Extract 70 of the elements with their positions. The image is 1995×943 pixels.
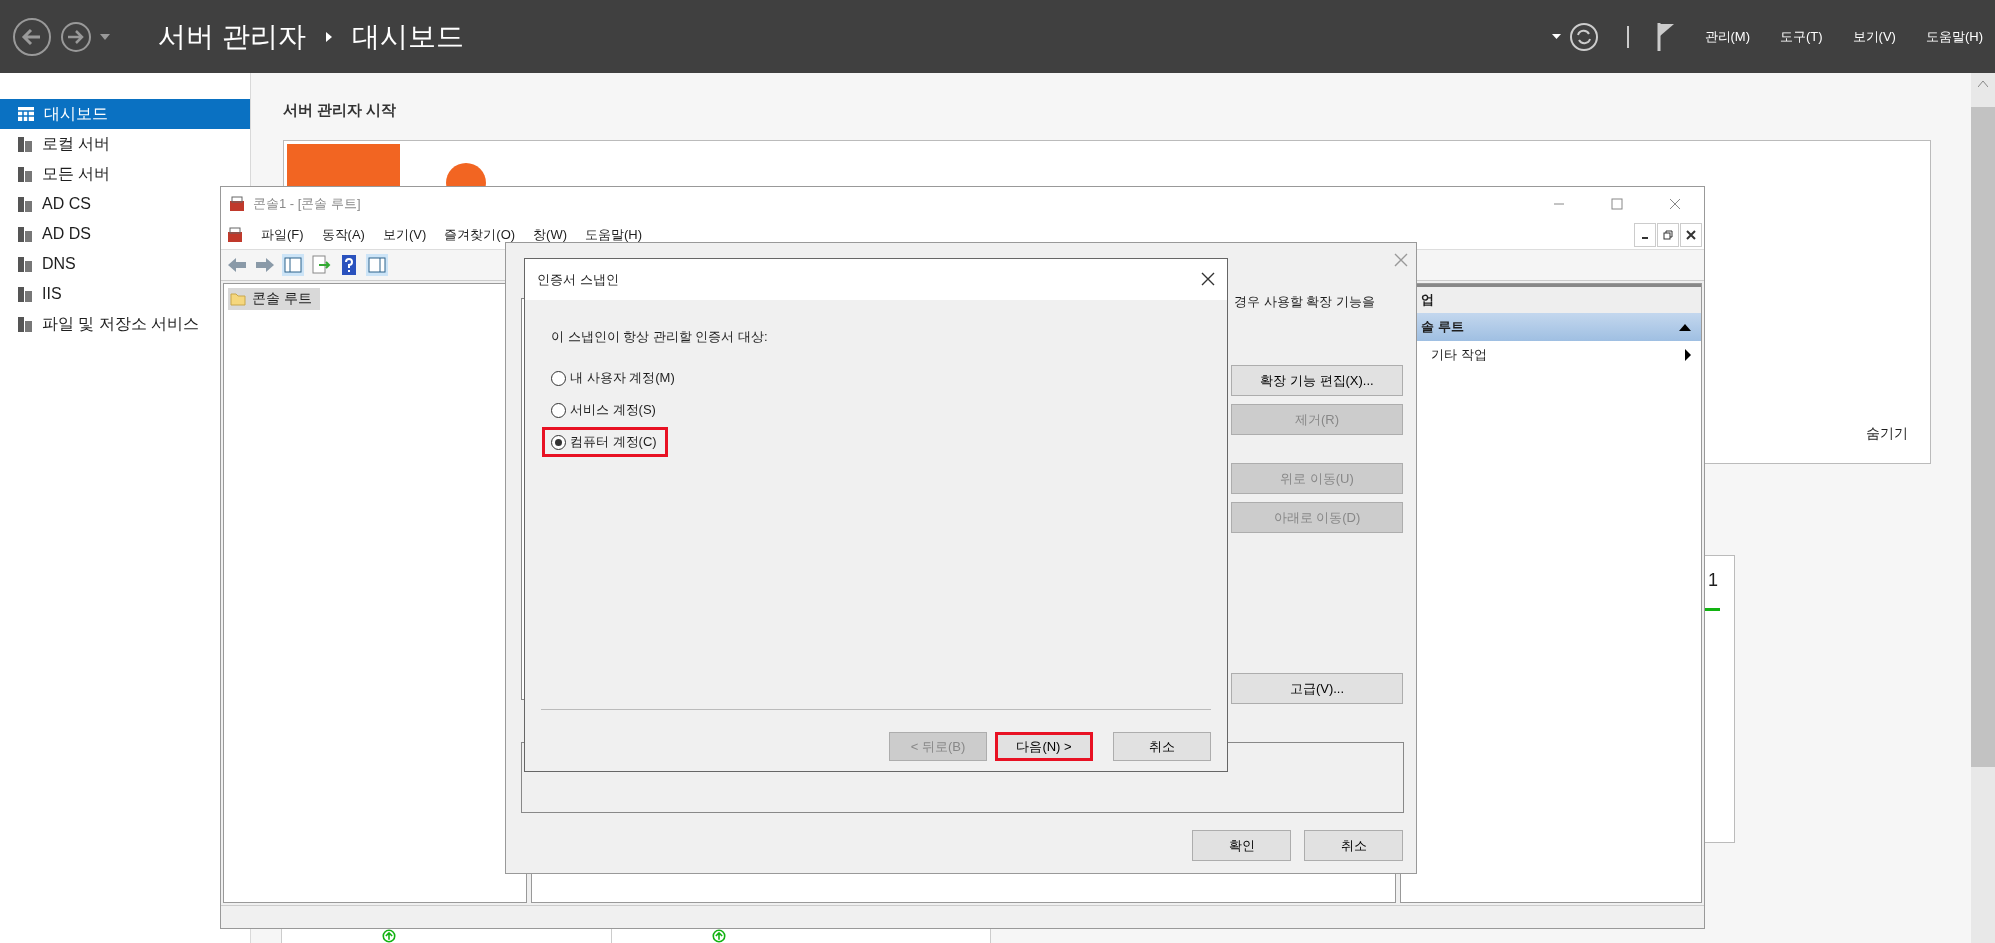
toolbox-icon (227, 227, 243, 243)
window-title: 콘솔1 - [콘솔 루트] (253, 195, 361, 213)
scrollbar-thumb[interactable] (1971, 107, 1995, 767)
radio-option[interactable]: 내 사용자 계정(M) (545, 366, 683, 390)
refresh-icon[interactable] (1568, 21, 1599, 52)
pane-icon[interactable] (281, 253, 305, 277)
minimize-button[interactable] (1634, 223, 1656, 247)
toolbox-icon (229, 196, 245, 212)
server-icon (18, 136, 32, 152)
dialog-button[interactable]: 다음(N) > (995, 732, 1093, 761)
menu-item[interactable]: 도움말(H) (1925, 27, 1983, 46)
grid-icon (18, 107, 34, 121)
menu-item[interactable]: 즐겨찾기(O) (444, 226, 516, 244)
server-icon (18, 256, 32, 272)
menu-item[interactable]: 도움말(H) (585, 226, 643, 244)
breadcrumb-item[interactable]: 서버 관리자 (158, 17, 306, 56)
dialog-button[interactable]: 고급(V)... (1231, 673, 1403, 704)
sidebar-item[interactable]: IIS (0, 279, 70, 309)
up-arrow-icon (382, 929, 396, 943)
menu-item[interactable]: 창(W) (533, 226, 567, 244)
menu-item[interactable]: 동작(A) (321, 226, 365, 244)
chevron-icon (323, 30, 334, 43)
section-heading: 서버 관리자 시작 (283, 101, 398, 120)
sidebar-item[interactable]: 파일 및 저장소 서비스 (0, 309, 208, 339)
dialog-button[interactable]: 취소 (1304, 830, 1403, 861)
close-button[interactable] (1680, 223, 1702, 247)
dialog-button[interactable]: 확장 기능 편집(X)... (1231, 365, 1403, 396)
collapse-icon[interactable] (1679, 323, 1691, 331)
radio-option[interactable]: 서비스 계정(S) (545, 398, 664, 422)
forward-icon[interactable] (60, 20, 92, 53)
submenu-arrow-icon (1685, 349, 1691, 361)
prompt-text: 이 스냅인이 항상 관리할 인증서 대상: (551, 328, 769, 346)
folder-icon (230, 292, 246, 306)
sidebar-item[interactable]: 대시보드 (0, 99, 250, 129)
export-icon[interactable] (309, 253, 333, 277)
menu-item[interactable]: 도구(T) (1780, 27, 1823, 46)
menu-item[interactable]: 보기(V) (1852, 27, 1896, 46)
scrollbar[interactable] (1971, 73, 1995, 943)
back-icon[interactable] (12, 16, 52, 57)
close-button[interactable] (1199, 270, 1217, 288)
dialog-button[interactable]: 확인 (1192, 830, 1291, 861)
server-icon (18, 316, 32, 332)
description-text: 경우 사용할 확장 기능을 (1234, 293, 1375, 311)
sidebar-item[interactable]: AD DS (0, 219, 99, 249)
server-icon (18, 286, 32, 302)
radio-button[interactable] (551, 370, 566, 386)
menu-item[interactable]: 관리(M) (1704, 27, 1750, 46)
dialog-title: 인증서 스냅인 (537, 270, 619, 289)
dialog-button[interactable]: 취소 (1113, 732, 1211, 761)
sidebar-item[interactable]: AD CS (0, 189, 99, 219)
tile-count: 1 (1708, 570, 1718, 591)
up-arrow-icon (712, 929, 726, 943)
sidebar-item[interactable]: 로컬 서버 (0, 129, 119, 159)
caret-icon[interactable] (1551, 34, 1561, 39)
radio-button[interactable] (551, 402, 566, 418)
flag-icon[interactable] (1656, 21, 1675, 52)
menu-item[interactable]: 보기(V) (382, 226, 427, 244)
menu-item[interactable]: 파일(F) (261, 226, 304, 244)
radio-option[interactable]: 컴퓨터 계정(C) (545, 430, 665, 454)
scroll-up-icon[interactable] (1978, 81, 1988, 87)
server-icon (18, 226, 32, 242)
sidebar-item[interactable]: 모든 서버 (0, 159, 119, 189)
server-icon (18, 196, 32, 212)
hide-link[interactable]: 숨기기 (1866, 425, 1908, 443)
breadcrumb-item[interactable]: 대시보드 (351, 17, 464, 56)
restore-button[interactable] (1657, 223, 1679, 247)
server-icon (18, 166, 32, 182)
radio-button[interactable] (551, 434, 566, 450)
tree-item[interactable]: 콘솔 루트 (228, 288, 320, 310)
sidebar-item[interactable]: DNS (0, 249, 84, 279)
